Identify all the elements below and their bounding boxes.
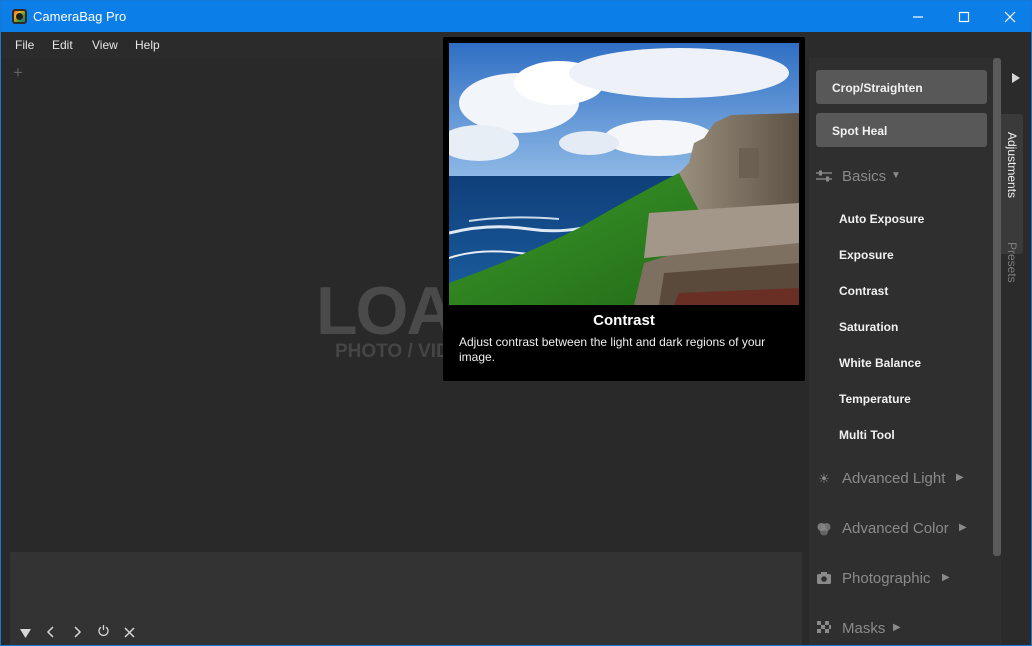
section-masks-label: Masks — [842, 620, 886, 637]
camera-icon — [816, 571, 832, 587]
chevron-right-icon — [74, 626, 82, 638]
collapse-panel-button[interactable] — [1012, 73, 1020, 86]
sliders-icon — [816, 169, 832, 185]
load-watermark: LOA — [316, 273, 456, 349]
tooltip-description: Adjust contrast between the light and da… — [459, 335, 766, 364]
tooltip-title: Contrast — [593, 312, 655, 329]
chevron-right-icon: ▶ — [956, 472, 964, 483]
sun-icon: ☀ — [818, 471, 830, 486]
add-tab-button[interactable]: + — [13, 63, 23, 83]
camerabag-logo-icon — [12, 9, 27, 24]
color-circles-icon — [816, 521, 832, 537]
maximize-icon — [958, 11, 970, 23]
menu-file[interactable]: File — [15, 38, 34, 52]
previous-button[interactable] — [46, 625, 55, 641]
close-icon — [124, 627, 135, 638]
adjustment-exposure[interactable]: Exposure — [839, 248, 894, 262]
next-button[interactable] — [73, 625, 82, 641]
power-icon — [98, 625, 109, 637]
tab-adjustments-label: Adjustments — [1005, 132, 1019, 199]
tooltip-preview-image — [449, 43, 799, 305]
tab-adjustments[interactable]: Adjustments — [1001, 114, 1023, 254]
adjustment-temperature[interactable]: Temperature — [839, 392, 911, 406]
adjustment-saturation[interactable]: Saturation — [839, 320, 898, 334]
section-advanced-light-label: Advanced Light — [842, 470, 946, 487]
section-advanced-color-label: Advanced Color — [842, 520, 949, 537]
chevron-right-icon: ▶ — [959, 522, 967, 533]
remove-button[interactable] — [124, 625, 135, 641]
minimize-icon — [913, 16, 923, 18]
maximize-button[interactable] — [941, 1, 987, 32]
section-photographic-label: Photographic — [842, 570, 931, 587]
adjustment-contrast[interactable]: Contrast — [839, 284, 888, 298]
section-basics-label: Basics — [842, 168, 887, 185]
minimize-button[interactable] — [895, 1, 941, 32]
adjustment-white-balance[interactable]: White Balance — [839, 356, 921, 370]
app-window: CameraBag Pro File Edit View Help + LOA … — [0, 0, 1032, 646]
close-button[interactable] — [987, 1, 1031, 32]
side-tabs: Adjustments Presets — [1001, 58, 1031, 645]
tab-presets[interactable]: Presets — [1005, 242, 1019, 283]
menu-view[interactable]: View — [92, 38, 118, 52]
crop-straighten-button[interactable]: Crop/Straighten — [816, 70, 987, 104]
adjustments-panel: Crop/Straighten Spot Heal Basics ▼ Auto … — [809, 58, 1001, 645]
chevron-left-icon — [46, 626, 54, 638]
window-title: CameraBag Pro — [33, 9, 127, 24]
menu-edit[interactable]: Edit — [52, 38, 73, 52]
load-watermark-subtitle: PHOTO / VID — [335, 341, 450, 362]
power-button[interactable] — [97, 624, 110, 640]
title-bar: CameraBag Pro — [1, 1, 1031, 32]
close-icon — [1004, 11, 1016, 23]
chevron-down-icon: ▼ — [891, 170, 901, 181]
chevron-right-icon: ▶ — [942, 572, 950, 583]
panel-scrollbar[interactable] — [993, 58, 1001, 556]
spot-heal-button[interactable]: Spot Heal — [816, 113, 987, 147]
adjustment-auto-exposure[interactable]: Auto Exposure — [839, 212, 924, 226]
triangle-right-icon — [1012, 73, 1020, 83]
chevron-right-icon: ▶ — [893, 622, 901, 633]
filmstrip-toggle-button[interactable] — [20, 625, 31, 641]
triangle-down-icon — [20, 629, 31, 638]
menu-help[interactable]: Help — [135, 38, 160, 52]
checker-mask-icon — [816, 621, 832, 637]
contrast-tooltip: Contrast Adjust contrast between the lig… — [443, 37, 805, 381]
adjustment-multi-tool[interactable]: Multi Tool — [839, 428, 895, 442]
